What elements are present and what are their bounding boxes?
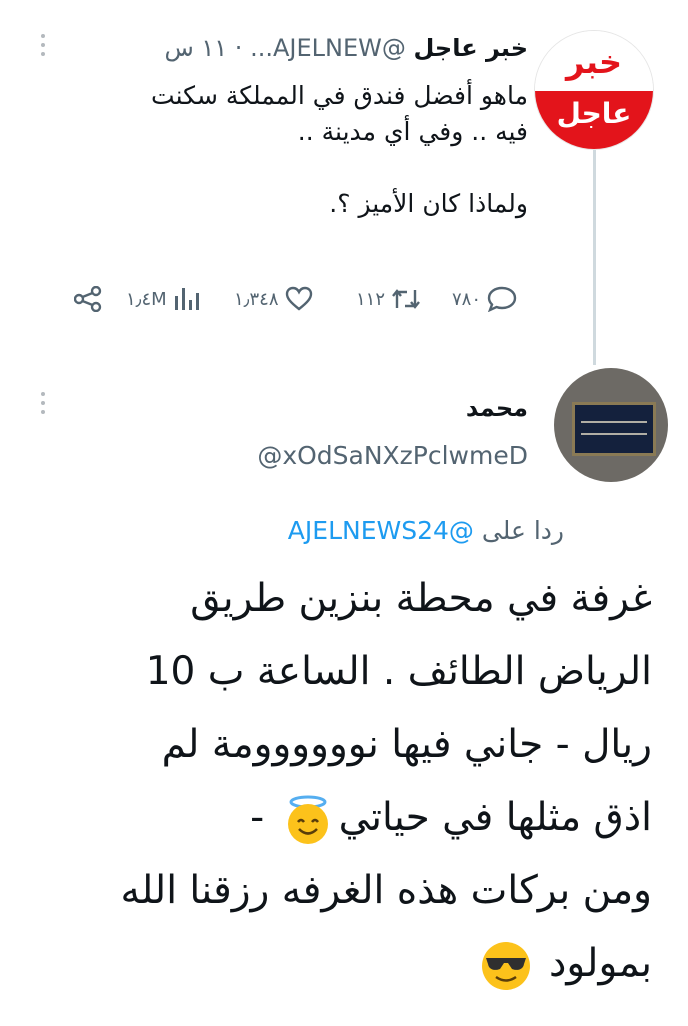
more-icon[interactable] bbox=[38, 34, 48, 56]
tweet2-line: غرفة في محطة بنزين طريق bbox=[190, 576, 652, 621]
like-icon bbox=[285, 286, 312, 311]
tweet1-body: ماهو أفضل فندق في المملكة سكنت فيه .. وف… bbox=[68, 78, 528, 222]
sep: · bbox=[227, 34, 243, 62]
share-button[interactable] bbox=[74, 286, 102, 312]
retweet-count: ١١٢ bbox=[356, 288, 386, 310]
tweet2-line-with-emoji: بمولود bbox=[12, 927, 652, 1000]
tweet1-header: خبر عاجل @AJELNEW... · ١١ س bbox=[164, 34, 528, 62]
views-icon bbox=[174, 288, 199, 310]
tweet-time[interactable]: ١١ س bbox=[164, 34, 227, 62]
tweet1-line: فيه .. وفي أي مدينة .. bbox=[297, 117, 528, 146]
author-name[interactable]: محمد bbox=[466, 394, 528, 422]
sunglasses-emoji bbox=[479, 939, 533, 993]
halo-smile-emoji bbox=[281, 793, 335, 847]
avatar-ajel[interactable]: خبر عاجل bbox=[534, 30, 654, 150]
avatar-image bbox=[572, 402, 656, 456]
reply-context: ردا على @AJELNEWS24 bbox=[288, 516, 564, 545]
tweet2-line-with-emoji: اذق مثلها في حياتي - bbox=[12, 781, 652, 854]
reply-mention-link[interactable]: @AJELNEWS24 bbox=[288, 516, 474, 545]
retweet-icon bbox=[392, 289, 420, 309]
views-button[interactable]: ١٫٤M bbox=[126, 286, 201, 312]
reply-icon bbox=[487, 286, 517, 312]
share-icon bbox=[74, 286, 102, 312]
tweet2-line: بمولود bbox=[549, 941, 652, 986]
tweet2-body: غرفة في محطة بنزين طريق الرياض الطائف . … bbox=[12, 562, 652, 1000]
avatar-mohammed[interactable] bbox=[554, 368, 668, 482]
tweet1-line bbox=[68, 150, 528, 186]
like-count: ١٫٣٤٨ bbox=[234, 288, 279, 310]
avatar-text-bottom: عاجل bbox=[556, 97, 632, 130]
like-button[interactable]: ١٫٣٤٨ bbox=[234, 286, 313, 312]
author-handle[interactable]: @AJELNEW... bbox=[250, 34, 406, 62]
tweet2-line: الرياض الطائف . الساعة ب 10 bbox=[145, 649, 652, 694]
tweet1-line: ولماذا كان الأميز ؟. bbox=[329, 189, 528, 218]
tweet1-line: ماهو أفضل فندق في المملكة سكنت bbox=[151, 81, 528, 110]
author-handle[interactable]: @xOdSaNXzPclwmeD bbox=[257, 441, 528, 470]
thread-line bbox=[593, 150, 596, 365]
tweet2-line: ومن بركات هذه الغرفه رزقنا الله bbox=[120, 868, 652, 913]
tweet1-actions: ١٫٤M ١٫٣٤٨ ١١٢ ٧٨٠ bbox=[74, 286, 534, 312]
author-name[interactable]: خبر عاجل bbox=[413, 34, 528, 62]
reply-count: ٧٨٠ bbox=[452, 288, 482, 310]
views-count: ١٫٤M bbox=[126, 288, 167, 310]
reply-label: ردا على bbox=[481, 516, 564, 545]
retweet-button[interactable]: ١١٢ bbox=[356, 286, 421, 312]
more-icon[interactable] bbox=[38, 392, 48, 414]
reply-button[interactable]: ٧٨٠ bbox=[452, 286, 517, 312]
tweet2-line: اذق مثلها في حياتي bbox=[338, 795, 652, 840]
avatar-text-top: خبر bbox=[565, 43, 623, 81]
tweet2-line: ريال - جاني فيها نوووووومة لم bbox=[161, 722, 652, 767]
